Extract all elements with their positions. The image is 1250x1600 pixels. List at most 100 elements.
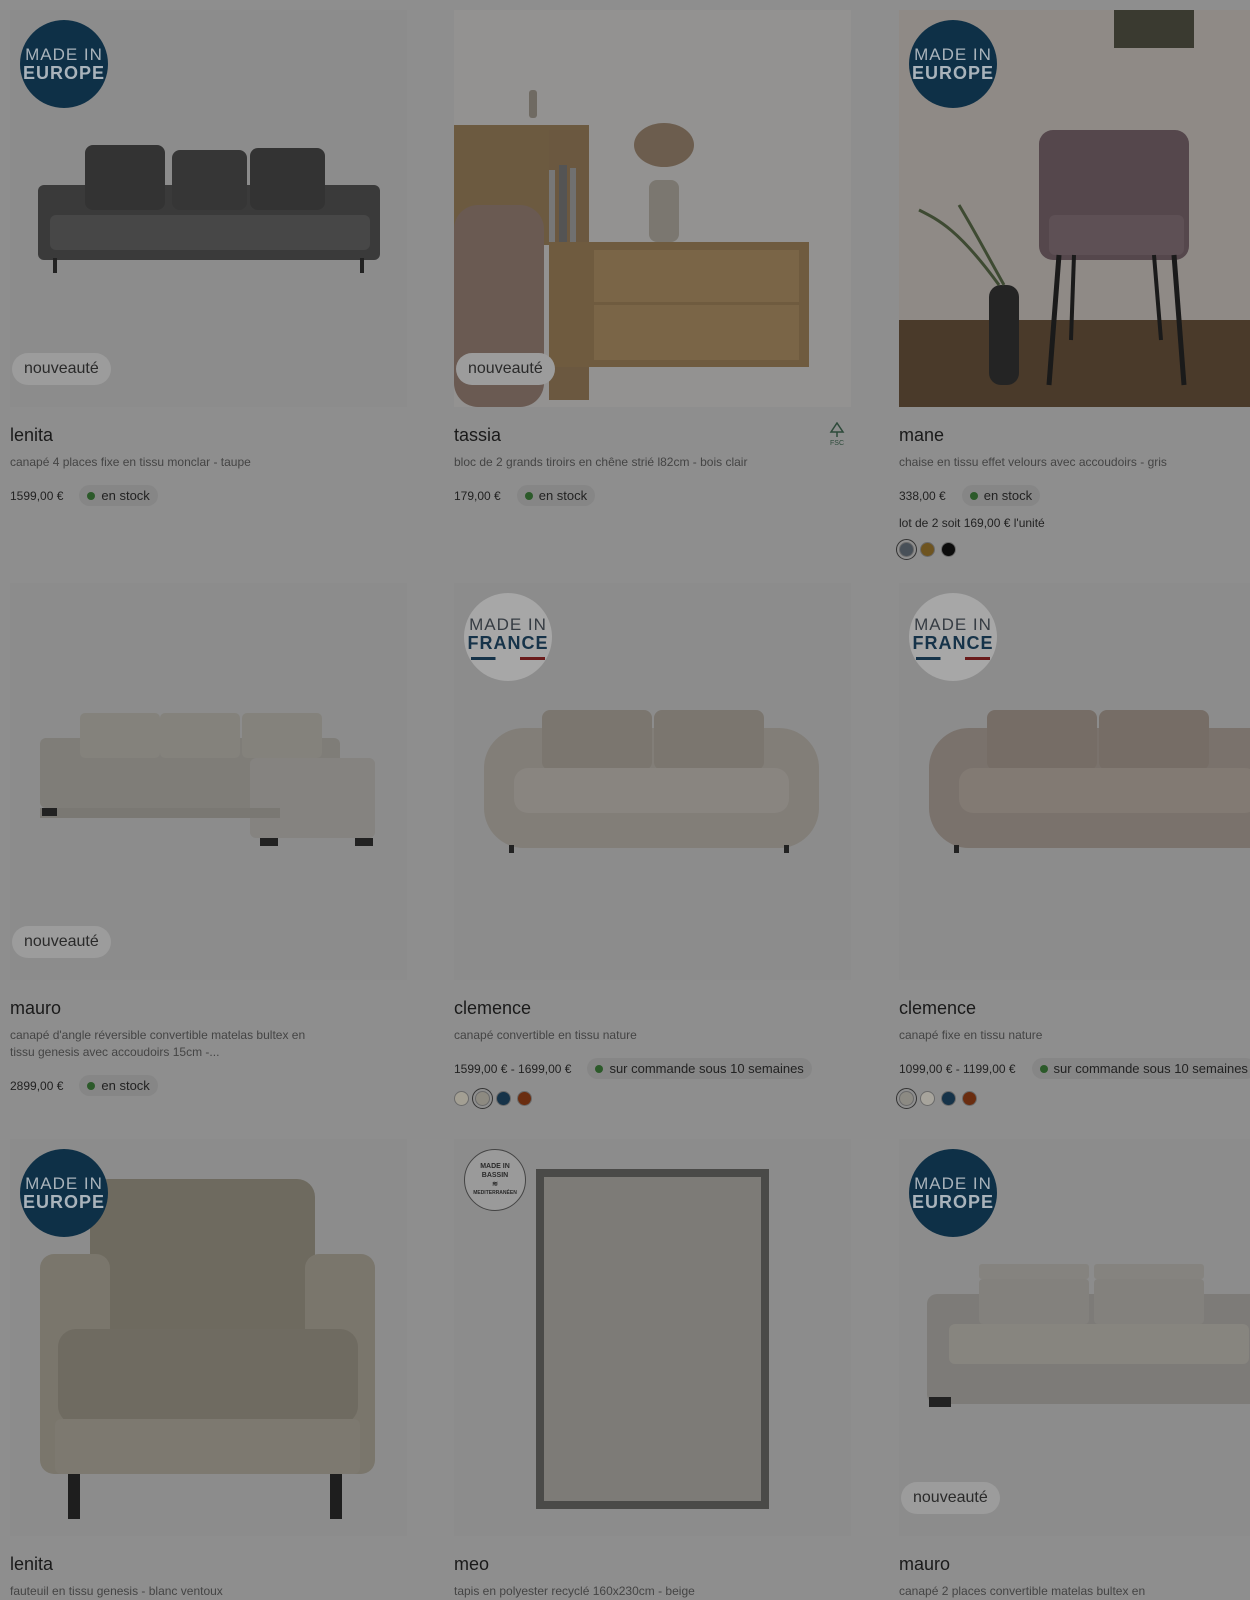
product-description: fauteuil en tissu genesis - blanc ventou… <box>10 1584 223 1598</box>
badge-text: BASSIN <box>481 1172 509 1179</box>
product-image[interactable]: MADE IN BASSIN ≋ MEDITERRANÉEN <box>454 1139 851 1536</box>
badge-text: MEDITERRANÉEN <box>473 1190 517 1196</box>
product-card[interactable]: MADE IN FRANCE clemence canapé fixe en t… <box>896 583 1250 1109</box>
color-swatch[interactable] <box>517 1091 532 1106</box>
price: 1099,00 € - 1199,00 € <box>899 1061 1016 1076</box>
product-description: tapis en polyester recyclé 160x230cm - b… <box>454 1584 695 1598</box>
product-title[interactable]: clemence <box>454 998 851 1019</box>
product-title[interactable]: mauro <box>899 1554 1250 1575</box>
stock-badge: en stock <box>79 485 158 506</box>
color-swatch[interactable] <box>454 1091 469 1106</box>
stock-dot-icon <box>524 491 533 500</box>
badge-text: MADE IN <box>914 1174 992 1193</box>
stock-badge: en stock <box>961 485 1041 506</box>
product-title[interactable]: lenita <box>10 1554 407 1575</box>
stock-dot-icon <box>1039 1064 1048 1073</box>
product-title[interactable]: mauro <box>10 998 407 1019</box>
product-card[interactable]: MADE IN BASSIN ≋ MEDITERRANÉEN meo tapis… <box>454 1139 851 1600</box>
stock-dot-icon <box>595 1064 604 1073</box>
product-card[interactable]: MADE IN FRANCE clemence canapé convertib… <box>454 583 851 1109</box>
made-in-france-badge: MADE IN FRANCE <box>909 593 997 681</box>
product-title[interactable]: mane <box>899 425 1250 446</box>
badge-text: MADE IN <box>25 1174 103 1193</box>
stock-dot-icon <box>87 1081 96 1090</box>
made-in-europe-badge: MADE IN EUROPE <box>909 20 997 108</box>
product-image[interactable]: MADE IN EUROPE <box>10 1139 407 1536</box>
color-swatches <box>896 1088 1250 1109</box>
product-description: canapé fixe en tissu nature <box>899 1028 1043 1042</box>
stock-dot-icon <box>969 491 978 500</box>
new-tag: nouveauté <box>12 926 111 958</box>
price: 2899,00 € <box>10 1078 64 1093</box>
color-swatch[interactable] <box>920 542 935 557</box>
french-flag-stripe <box>471 656 545 660</box>
product-image[interactable]: MADE IN EUROPE nouveauté <box>899 1139 1250 1536</box>
badge-text: EUROPE <box>911 1192 995 1212</box>
waves-icon: ≋ <box>492 1181 498 1188</box>
badge-text: EUROPE <box>911 63 995 83</box>
made-in-europe-badge: MADE IN EUROPE <box>20 1149 108 1237</box>
product-image[interactable]: nouveauté <box>10 583 407 980</box>
color-swatches <box>454 1088 851 1109</box>
product-image[interactable]: MADE IN FRANCE <box>899 583 1250 980</box>
price: 1599,00 € - 1699,00 € <box>454 1061 572 1076</box>
badge-text: MADE IN <box>469 614 547 634</box>
badge-text: MADE IN <box>914 614 992 634</box>
product-card[interactable]: MADE IN EUROPE mane chaise en tissu effe… <box>896 10 1250 560</box>
french-flag-stripe <box>916 656 990 660</box>
product-description: chaise en tissu effet velours avec accou… <box>899 455 1167 469</box>
made-in-europe-badge: MADE IN EUROPE <box>909 1149 997 1237</box>
color-swatches <box>896 539 1250 560</box>
product-card[interactable]: nouveauté mauro canapé d'angle réversibl… <box>10 583 407 1096</box>
color-swatch[interactable] <box>472 1088 493 1109</box>
product-card[interactable]: MADE IN EUROPE lenita fauteuil en tissu … <box>10 1139 407 1600</box>
color-swatch[interactable] <box>962 1091 977 1106</box>
product-image[interactable]: nouveauté <box>454 10 851 407</box>
stock-badge: en stock <box>516 485 596 506</box>
lot-price-note: lot de 2 soit 169,00 € l'unité <box>899 516 1045 530</box>
product-title[interactable]: tassia <box>454 425 851 446</box>
color-swatch[interactable] <box>496 1091 511 1106</box>
made-in-europe-badge: MADE IN EUROPE <box>20 20 108 108</box>
color-swatch[interactable] <box>941 542 956 557</box>
stock-text: en stock <box>101 1078 150 1093</box>
stock-text: sur commande sous 10 semaines <box>1053 1061 1248 1076</box>
badge-text: MADE IN <box>25 45 103 64</box>
product-card[interactable]: nouveauté FSC tassia bloc de 2 grands ti… <box>454 10 851 506</box>
product-title[interactable]: meo <box>454 1554 851 1575</box>
color-swatch[interactable] <box>896 539 917 560</box>
stock-text: sur commande sous 10 semaines <box>609 1061 804 1076</box>
price: 338,00 € <box>899 488 946 503</box>
fsc-icon: FSC <box>827 421 847 447</box>
new-tag: nouveauté <box>901 1482 1000 1514</box>
product-title[interactable]: lenita <box>10 425 407 446</box>
badge-text: EUROPE <box>22 63 106 83</box>
badge-text: MADE IN <box>914 45 992 64</box>
product-description: canapé convertible en tissu nature <box>454 1028 637 1042</box>
stock-badge: sur commande sous 10 semaines <box>1031 1058 1250 1079</box>
color-swatch[interactable] <box>896 1088 917 1109</box>
product-card[interactable]: MADE IN EUROPE nouveauté mauro canapé 2 … <box>899 1139 1250 1600</box>
stock-text: en stock <box>983 488 1033 503</box>
stock-badge: sur commande sous 10 semaines <box>587 1058 812 1079</box>
product-image[interactable]: MADE IN EUROPE nouveauté <box>10 10 407 407</box>
fsc-label: FSC <box>830 440 844 447</box>
product-image[interactable]: MADE IN FRANCE <box>454 583 851 980</box>
stock-dot-icon <box>87 491 96 500</box>
stock-text: en stock <box>538 488 588 503</box>
price: 1599,00 € <box>10 488 64 503</box>
price: 179,00 € <box>454 488 501 503</box>
badge-text: MADE IN <box>480 1163 510 1170</box>
color-swatch[interactable] <box>920 1091 935 1106</box>
product-description: canapé d'angle réversible convertible ma… <box>10 1028 306 1059</box>
product-card[interactable]: MADE IN EUROPE nouveauté lenita canapé 4… <box>10 10 407 506</box>
badge-text: EUROPE <box>22 1192 106 1212</box>
product-title[interactable]: clemence <box>899 998 1250 1019</box>
new-tag: nouveauté <box>12 353 111 385</box>
product-description: canapé 4 places fixe en tissu monclar - … <box>10 455 251 469</box>
color-swatch[interactable] <box>941 1091 956 1106</box>
made-in-mediterranean-badge: MADE IN BASSIN ≋ MEDITERRANÉEN <box>464 1149 526 1211</box>
badge-text: FRANCE <box>467 632 549 653</box>
product-image[interactable]: MADE IN EUROPE <box>899 10 1250 407</box>
product-description: canapé 2 places convertible matelas bult… <box>899 1584 1146 1598</box>
